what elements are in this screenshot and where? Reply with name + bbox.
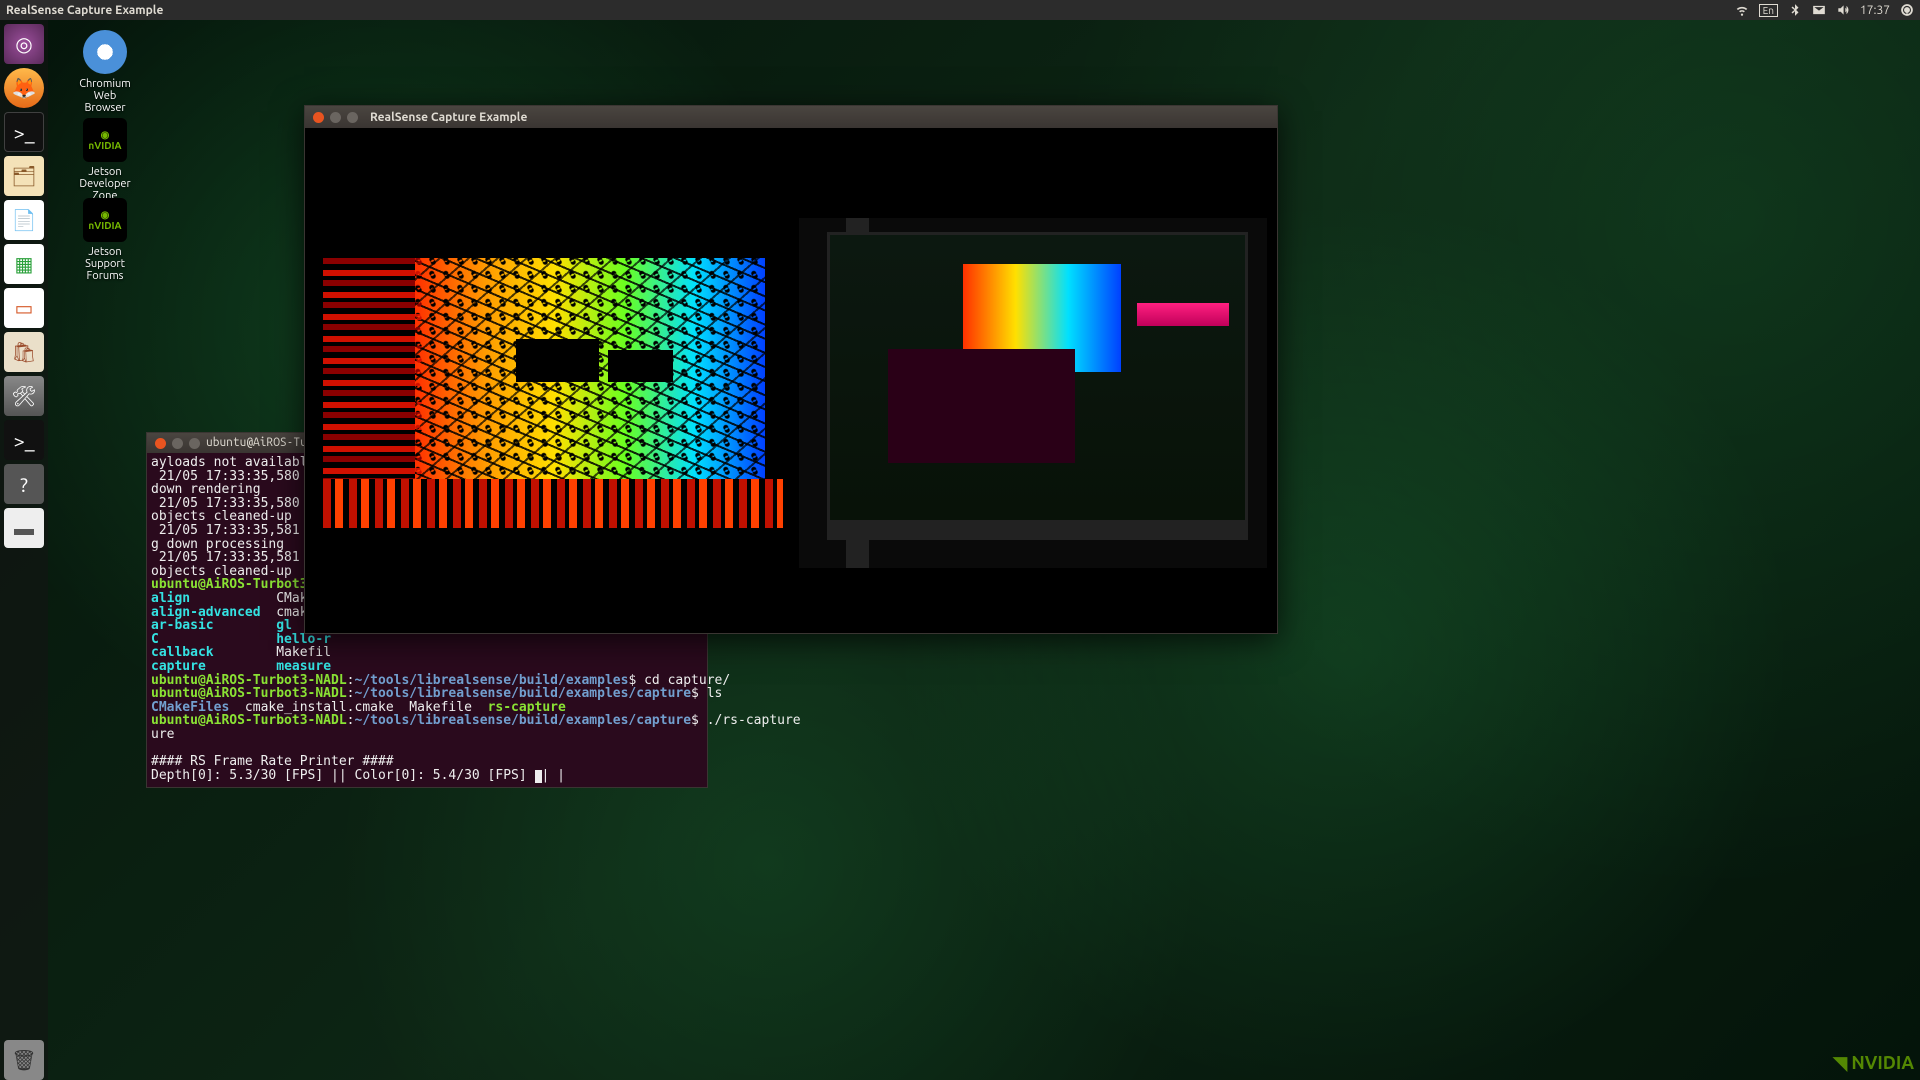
maximize-icon[interactable] bbox=[347, 112, 358, 123]
nvidia-logo: ◥ NVIDIA bbox=[1833, 1053, 1914, 1074]
trash-icon[interactable]: 🗑 bbox=[4, 1040, 44, 1080]
maximize-icon[interactable] bbox=[189, 438, 200, 449]
desktop-icon-jetson-dev[interactable]: ◉nVIDIA Jetson Developer Zone bbox=[60, 118, 150, 202]
capture-titlebar[interactable]: RealSense Capture Example bbox=[305, 106, 1277, 128]
color-stream: Color bbox=[799, 218, 1267, 568]
dash-icon[interactable]: ◎ bbox=[4, 24, 44, 64]
depth-image bbox=[323, 258, 783, 528]
help-icon[interactable]: ? bbox=[4, 464, 44, 504]
terminal-cursor bbox=[535, 770, 542, 783]
top-panel: RealSense Capture Example En 17:37 bbox=[0, 0, 1920, 20]
wifi-icon[interactable] bbox=[1735, 3, 1749, 17]
nvidia-icon: ◉nVIDIA bbox=[83, 198, 127, 242]
mail-icon[interactable] bbox=[1812, 3, 1826, 17]
close-icon[interactable] bbox=[313, 112, 324, 123]
terminal-icon-2[interactable]: >_ bbox=[4, 420, 44, 460]
close-icon[interactable] bbox=[155, 438, 166, 449]
minimize-icon[interactable] bbox=[330, 112, 341, 123]
realsense-capture-window[interactable]: RealSense Capture Example Depth Color bbox=[304, 105, 1278, 634]
active-window-title: RealSense Capture Example bbox=[6, 4, 163, 17]
nvidia-icon: ◉nVIDIA bbox=[83, 118, 127, 162]
impress-icon[interactable]: ▭ bbox=[4, 288, 44, 328]
launcher-dock: ◎ 🦊 >_ 🗂 📄 ▦ ▭ 🛍 🛠 >_ ? ▬ 🗑 bbox=[0, 20, 48, 1080]
power-icon[interactable] bbox=[1900, 3, 1914, 17]
bluetooth-icon[interactable] bbox=[1788, 3, 1802, 17]
clock[interactable]: 17:37 bbox=[1860, 4, 1890, 17]
software-center-icon[interactable]: 🛍 bbox=[4, 332, 44, 372]
firefox-icon[interactable]: 🦊 bbox=[4, 68, 44, 108]
chromium-icon bbox=[83, 30, 127, 74]
capture-body: Depth Color bbox=[305, 128, 1277, 633]
writer-icon[interactable]: 📄 bbox=[4, 200, 44, 240]
desktop-icon-jetson-forums[interactable]: ◉nVIDIA Jetson Support Forums bbox=[60, 198, 150, 282]
settings-icon[interactable]: 🛠 bbox=[4, 376, 44, 416]
capture-title: RealSense Capture Example bbox=[370, 111, 527, 124]
desktop-icon-chromium[interactable]: Chromium Web Browser bbox=[60, 30, 150, 114]
minimize-icon[interactable] bbox=[172, 438, 183, 449]
terminal-icon[interactable]: >_ bbox=[4, 112, 44, 152]
color-image bbox=[799, 218, 1267, 568]
drive-icon[interactable]: ▬ bbox=[4, 508, 44, 548]
files-icon[interactable]: 🗂 bbox=[4, 156, 44, 196]
calc-icon[interactable]: ▦ bbox=[4, 244, 44, 284]
keyboard-layout-indicator[interactable]: En bbox=[1759, 4, 1778, 17]
sound-icon[interactable] bbox=[1836, 3, 1850, 17]
depth-stream: Depth bbox=[323, 258, 783, 528]
